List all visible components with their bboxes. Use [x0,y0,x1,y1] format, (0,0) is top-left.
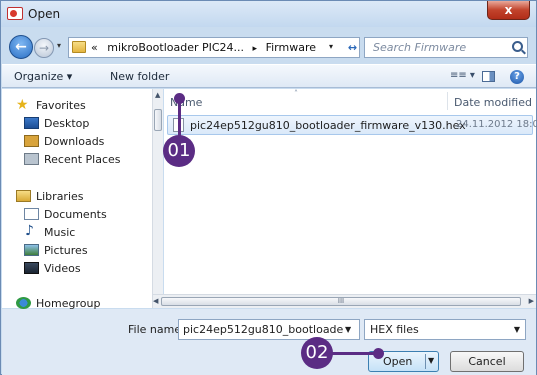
scroll-right-icon[interactable]: ▶ [529,297,534,305]
horizontal-scrollbar[interactable]: ◀ III ▶ [153,294,536,308]
folder-icon [72,41,86,53]
back-button[interactable]: ← [9,35,33,59]
cancel-button[interactable]: Cancel [450,351,524,372]
homegroup-icon [16,297,31,309]
address-dropdown-icon[interactable]: ▾ [329,42,333,51]
breadcrumb-item-firmware[interactable]: Firmware [266,41,316,54]
close-button[interactable]: x [487,1,530,20]
command-toolbar: Organize ▾ New folder ≡≡ ▾ ? [2,64,536,88]
breadcrumb-separator-icon[interactable]: ▸ [253,44,258,54]
chevron-down-icon[interactable]: ▼ [514,325,520,334]
scroll-up-icon[interactable]: ▲ [155,91,160,99]
refresh-icon[interactable]: ↔ [345,39,360,56]
downloads-icon [24,135,39,147]
file-type-select[interactable]: HEX files ▼ [364,319,526,340]
open-button-label: Open [383,355,413,368]
new-folder-button[interactable]: New folder [110,70,169,83]
sidebar-item-music[interactable]: Music [24,223,75,242]
view-options-icon[interactable]: ≡≡ ▾ [450,70,475,81]
search-input[interactable]: Search Firmware [364,37,528,58]
button-divider [425,354,426,369]
forward-button[interactable]: → [34,38,54,58]
search-icon[interactable] [512,41,523,52]
callout-pointer-dot [373,348,384,359]
file-name-value: pic24ep512gu810_bootloader_firm [183,323,343,336]
organize-button[interactable]: Organize ▾ [14,70,72,83]
title-bar: Open x [1,1,536,27]
videos-icon [24,262,39,274]
sidebar-item-pictures[interactable]: Pictures [24,244,88,260]
callout-badge-01: 01 [163,135,195,167]
breadcrumb-overflow[interactable]: « [91,41,98,54]
breadcrumb: « mikroBootloader PIC24... ▸ Firmware [91,41,316,54]
app-icon [7,7,23,20]
sidebar-item-desktop[interactable]: Desktop [24,117,89,133]
file-name-field[interactable]: pic24ep512gu810_bootloader_firm ▼ [178,319,360,340]
sidebar-item-videos[interactable]: Videos [24,262,81,278]
navigation-scrollbar[interactable]: ▲ ▼ [152,89,163,308]
address-bar[interactable]: « mikroBootloader PIC24... ▸ Firmware ▾ … [68,37,360,58]
callout-connector [331,352,376,355]
chevron-down-icon[interactable]: ▼ [428,356,434,365]
column-divider[interactable] [447,92,448,110]
recent-places-icon [24,153,39,165]
pictures-icon [24,244,39,256]
recent-locations-dropdown[interactable]: ▾ [57,41,61,50]
scroll-left-icon[interactable]: ◀ [153,297,158,305]
chevron-down-icon[interactable]: ▼ [345,325,351,334]
dialog-footer: File name: pic24ep512gu810_bootloader_fi… [2,309,536,375]
help-icon[interactable]: ? [510,70,524,84]
file-type-value: HEX files [370,323,419,336]
column-header-date-modified[interactable]: Date modified [454,96,532,109]
libraries-icon [16,190,31,202]
file-list: ˄ Name Date modified pic24ep512gu810_boo… [164,89,537,308]
preview-pane-icon[interactable] [482,71,495,82]
desktop-icon [24,117,39,129]
documents-icon [24,208,39,220]
sidebar-item-recent-places[interactable]: Recent Places [24,153,121,169]
open-file-dialog: Open x ← → ▾ « mikroBootloader PIC24... … [0,0,537,375]
sidebar-item-favorites[interactable]: ★ Favorites [16,97,86,115]
star-icon: ★ [16,97,29,113]
callout-badge-02: 02 [301,337,333,369]
sidebar-item-downloads[interactable]: Downloads [24,135,104,151]
search-placeholder: Search Firmware [373,41,467,54]
file-date: 24.11.2012 18:04 [456,119,537,130]
navigation-pane: ★ Favorites Desktop Downloads Recent Plac… [2,89,152,310]
scrollbar-thumb[interactable] [154,109,162,131]
list-item[interactable]: pic24ep512gu810_bootloader_firmware_v130… [167,115,537,135]
sidebar-item-libraries[interactable]: Libraries [16,190,84,206]
hscroll-thumb[interactable]: III [161,297,521,306]
breadcrumb-item-mikrobootloader[interactable]: mikroBootloader PIC24... [107,41,244,54]
file-name: pic24ep512gu810_bootloader_firmware_v130… [190,119,466,132]
sort-indicator-icon: ˄ [294,89,298,98]
window-title: Open [28,7,61,21]
sidebar-item-documents[interactable]: Documents [24,208,107,224]
callout-connector [178,101,181,137]
file-name-label: File name: [128,323,185,336]
music-icon [24,223,39,239]
